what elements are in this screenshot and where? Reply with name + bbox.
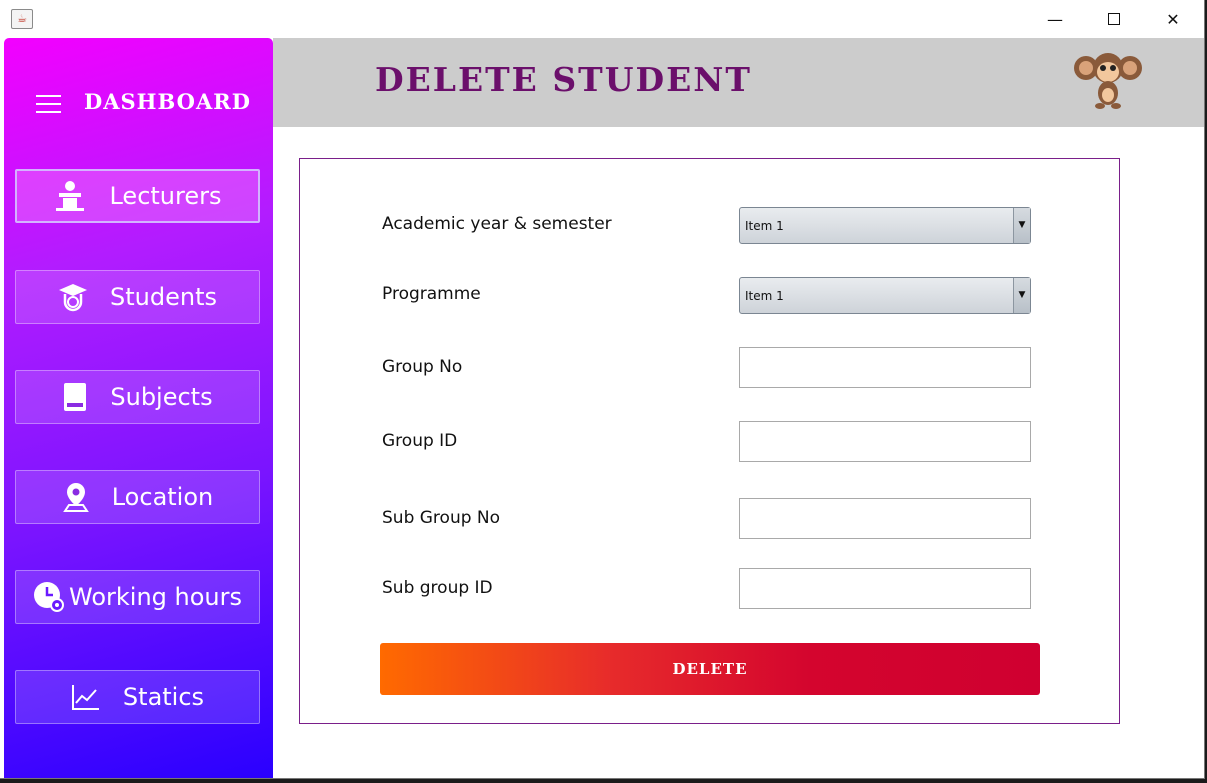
- sidebar-item-label: Location: [111, 483, 214, 511]
- line-chart-icon: [71, 683, 101, 711]
- sub-group-id-field[interactable]: [739, 568, 1031, 609]
- hamburger-menu-icon[interactable]: [36, 95, 61, 113]
- academic-year-label: Academic year & semester: [382, 214, 612, 234]
- programme-value: Item 1: [745, 289, 784, 303]
- close-icon: ✕: [1166, 9, 1180, 29]
- maximize-icon: [1108, 13, 1120, 25]
- maximize-button[interactable]: [1085, 0, 1143, 38]
- page-header: DELETE STUDENT: [273, 38, 1204, 127]
- delete-button-label: DELETE: [672, 660, 748, 678]
- academic-year-value: Item 1: [745, 219, 784, 233]
- group-id-label: Group ID: [382, 431, 458, 451]
- book-icon: [62, 382, 88, 412]
- sub-group-no-label: Sub Group No: [382, 508, 501, 528]
- chevron-down-icon[interactable]: ▼: [1013, 208, 1030, 243]
- delete-button[interactable]: DELETE: [380, 643, 1040, 695]
- sidebar-item-lecturers[interactable]: Lecturers: [15, 169, 260, 223]
- sidebar-title: DASHBOARD: [84, 89, 251, 114]
- title-bar: ☕ — ✕: [0, 0, 1204, 38]
- sidebar-item-statics[interactable]: Statics: [15, 670, 260, 724]
- academic-year-select[interactable]: Item 1 ▼: [739, 207, 1031, 244]
- close-button[interactable]: ✕: [1144, 0, 1202, 38]
- minimize-icon: —: [1047, 9, 1063, 29]
- programme-select[interactable]: Item 1 ▼: [739, 277, 1031, 314]
- sidebar: DASHBOARD Lecturers Students Subjects Lo…: [4, 38, 273, 778]
- group-no-field[interactable]: [739, 347, 1031, 388]
- graduate-cap-icon: [58, 282, 88, 312]
- map-pin-icon: [62, 481, 90, 513]
- group-no-label: Group No: [382, 357, 463, 377]
- monkey-mascot-icon: [1073, 48, 1143, 114]
- page-title: DELETE STUDENT: [375, 60, 752, 99]
- programme-label: Programme: [382, 284, 481, 304]
- chevron-down-icon[interactable]: ▼: [1013, 278, 1030, 313]
- sidebar-item-label: Working hours: [69, 583, 242, 611]
- sub-group-no-field[interactable]: [739, 498, 1031, 539]
- sidebar-item-students[interactable]: Students: [15, 270, 260, 324]
- sidebar-item-working-hours[interactable]: Working hours: [15, 570, 260, 624]
- sub-group-id-label: Sub group ID: [382, 578, 493, 598]
- sidebar-item-label: Students: [110, 283, 217, 311]
- sidebar-item-label: Subjects: [110, 383, 213, 411]
- minimize-button[interactable]: —: [1026, 0, 1084, 38]
- sidebar-item-subjects[interactable]: Subjects: [15, 370, 260, 424]
- lecturer-podium-icon: [53, 180, 87, 212]
- sidebar-item-label: Statics: [122, 683, 205, 711]
- group-id-field[interactable]: [739, 421, 1031, 462]
- app-window: ☕ — ✕ DASHBOARD Lecturers Students Subje…: [0, 0, 1205, 779]
- clock-gear-icon: [33, 581, 65, 613]
- sidebar-item-location[interactable]: Location: [15, 470, 260, 524]
- sidebar-item-label: Lecturers: [109, 182, 222, 210]
- java-icon: ☕: [11, 9, 33, 29]
